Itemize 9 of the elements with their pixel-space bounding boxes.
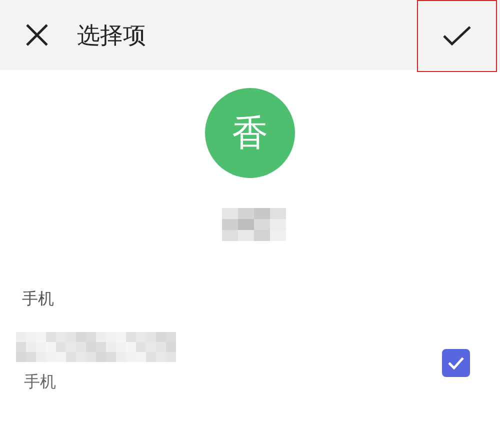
phone-label: 手机 [24, 372, 57, 393]
avatar: 香 [205, 88, 295, 178]
section-header: 手机 [22, 289, 55, 310]
checkmark-icon [447, 356, 465, 370]
checkmark-icon[interactable] [442, 25, 472, 47]
pixelated-name-drawing [222, 208, 286, 241]
page-title: 选择项 [77, 22, 146, 50]
checkbox[interactable] [442, 348, 470, 376]
close-icon[interactable] [25, 23, 49, 47]
